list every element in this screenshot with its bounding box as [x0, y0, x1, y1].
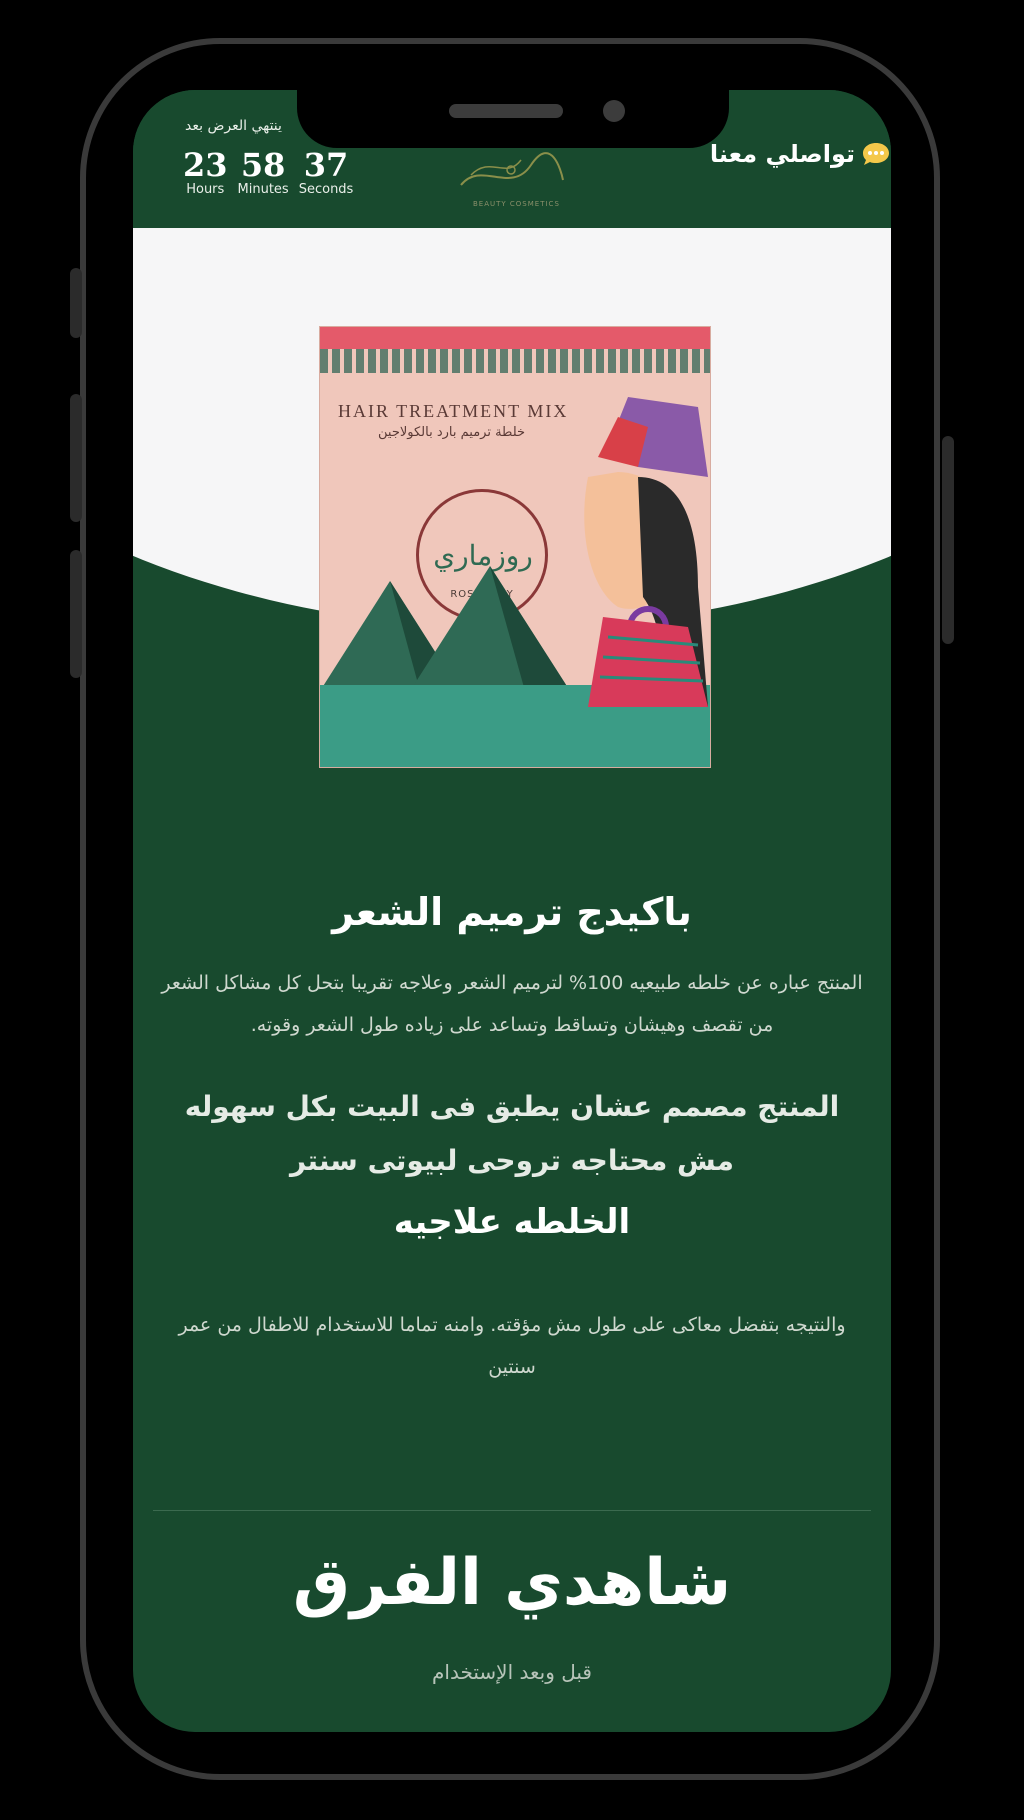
- egyptian-woman-illustration: [584, 397, 708, 707]
- countdown-seconds: 37 Seconds: [299, 148, 354, 198]
- product-top-band: [320, 327, 710, 349]
- phone-power-button: [942, 436, 954, 644]
- countdown-minutes-label: Minutes: [237, 182, 289, 197]
- countdown-timer: 23 Hours 58 Minutes 37 Seconds: [183, 148, 353, 198]
- product-description: المنتج عباره عن خلطه طبيعيه 100% لترميم …: [161, 972, 863, 1036]
- phone-notch: [297, 80, 729, 148]
- logo-subtitle: BEAUTY COSMETICS: [473, 200, 560, 208]
- comparison-title: شاهدي الفرق: [292, 1546, 732, 1620]
- product-subtitle: المنتج مصمم عشان يطبق فى البيت بكل سهوله…: [184, 1090, 840, 1177]
- chat-bubble-icon: [863, 143, 889, 165]
- product-title-ar: خلطة ترميم بارد بالكولاجين: [378, 425, 526, 440]
- mix-title: الخلطه علاجيه: [393, 1202, 631, 1242]
- contact-us-label: تواصلي معنا: [709, 140, 855, 168]
- countdown-seconds-label: Seconds: [298, 182, 354, 197]
- phone-mute-button: [70, 268, 82, 338]
- brand-logo[interactable]: [451, 140, 571, 200]
- countdown-minutes: 58 Minutes: [238, 148, 289, 198]
- countdown-seconds-value: 37: [303, 146, 349, 184]
- countdown-minutes-value: 58: [240, 146, 286, 184]
- phone-volume-down-button: [70, 550, 82, 678]
- countdown-hours: 23 Hours: [183, 148, 228, 198]
- phone-volume-up-button: [70, 394, 82, 522]
- speaker-grille: [449, 104, 563, 118]
- comparison-subtitle: قبل وبعد الإستخدام: [432, 1660, 592, 1684]
- phone-screen: ينتهي العرض بعد 23 Hours 58 Minutes 37 S…: [133, 90, 891, 1732]
- countdown-hours-label: Hours: [186, 182, 225, 197]
- pyramids-illustration: [320, 566, 570, 691]
- countdown-label: ينتهي العرض بعد: [185, 118, 282, 134]
- result-text: والنتيجه بتفضل معاكى على طول مش مؤقته. و…: [178, 1314, 846, 1378]
- product-title-en: HAIR TREATMENT MIX: [338, 401, 569, 421]
- contact-us-link[interactable]: تواصلي معنا: [710, 140, 891, 168]
- product-image: HAIR TREATMENT MIX خلطة ترميم بارد بالكو…: [319, 326, 711, 768]
- section-divider: [153, 1510, 871, 1511]
- countdown-hours-value: 23: [183, 146, 228, 184]
- front-camera: [603, 100, 625, 122]
- product-title: باكيدج ترميم الشعر: [332, 890, 692, 934]
- product-pattern-band: [320, 349, 710, 373]
